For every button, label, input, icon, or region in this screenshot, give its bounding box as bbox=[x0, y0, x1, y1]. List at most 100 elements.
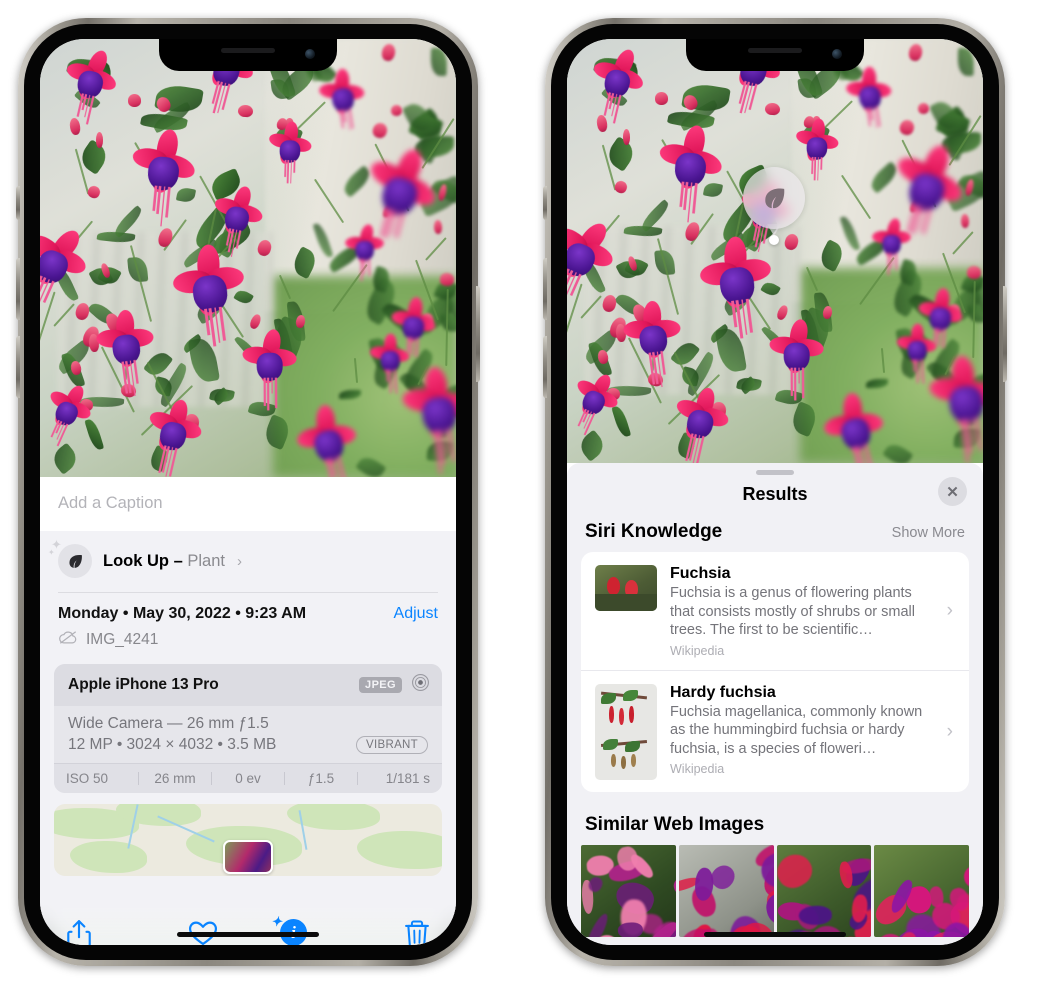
similar-web-image-1[interactable] bbox=[581, 844, 676, 937]
exif-stats-row: ISO 50 26 mm 0 ev ƒ1.5 1/181 s bbox=[54, 763, 442, 793]
thumbnail-blossom bbox=[672, 877, 676, 896]
similar-web-images-header: Similar Web Images bbox=[567, 792, 983, 845]
lens-info: Wide Camera — 26 mm ƒ1.5 bbox=[68, 715, 269, 732]
look-up-label: Look Up – Plant bbox=[103, 552, 225, 571]
volume-up-button[interactable] bbox=[543, 258, 547, 320]
camera-model: Apple iPhone 13 Pro bbox=[68, 676, 219, 693]
entry-thumbnail bbox=[595, 565, 657, 611]
file-name: IMG_4241 bbox=[86, 631, 159, 648]
section-title-similar-web-images: Similar Web Images bbox=[585, 813, 765, 835]
chevron-right-icon: › bbox=[236, 552, 242, 570]
results-header: Results ✕ bbox=[567, 475, 983, 521]
similar-web-image-2[interactable] bbox=[678, 844, 774, 937]
similar-images-strip[interactable] bbox=[567, 844, 983, 937]
image-size-info: 12 MP • 3024 × 4032 • 3.5 MB bbox=[68, 736, 277, 753]
home-indicator[interactable] bbox=[177, 932, 319, 937]
thumbnail-blossom bbox=[776, 848, 818, 895]
look-up-text: Look Up bbox=[103, 551, 169, 570]
plant-stem bbox=[40, 291, 56, 365]
earpiece-speaker bbox=[748, 48, 802, 53]
phone-right: Results ✕ Siri Knowledge Show More Fuchs… bbox=[543, 18, 1007, 966]
mute-switch[interactable] bbox=[543, 186, 547, 220]
front-camera bbox=[305, 49, 315, 59]
entry-source: Wikipedia bbox=[670, 643, 725, 658]
look-up-subject: Plant bbox=[187, 551, 225, 570]
photo-viewer[interactable] bbox=[567, 39, 983, 463]
foliage-leaf bbox=[574, 429, 608, 463]
entry-title: Hardy fuchsia bbox=[670, 683, 776, 701]
photo-date: Monday • May 30, 2022 • 9:23 AM bbox=[58, 605, 307, 622]
home-indicator[interactable] bbox=[704, 932, 846, 937]
thumbnail-blossom bbox=[961, 863, 969, 890]
cloud-slash-icon bbox=[58, 630, 78, 650]
caption-input[interactable]: Add a Caption bbox=[40, 477, 456, 531]
photo-info-sheet: Add a Caption ✦ ✦ Look Up – Plant › Mond… bbox=[40, 477, 456, 945]
front-camera bbox=[832, 49, 842, 59]
knowledge-entry-fuchsia[interactable]: Fuchsia Fuchsia is a genus of flowering … bbox=[581, 552, 969, 670]
foliage-leaf bbox=[47, 442, 81, 476]
photo-viewer[interactable] bbox=[40, 39, 456, 477]
notch bbox=[159, 39, 337, 71]
siri-knowledge-header: Siri Knowledge Show More bbox=[567, 521, 983, 552]
power-button[interactable] bbox=[476, 286, 480, 382]
format-badge: JPEG bbox=[359, 677, 402, 693]
adjust-button[interactable]: Adjust bbox=[394, 605, 438, 623]
close-icon[interactable]: ✕ bbox=[938, 477, 967, 506]
sparkle-icon: ✦ bbox=[271, 914, 282, 929]
entry-thumbnail bbox=[595, 683, 657, 780]
flower-bud bbox=[96, 131, 104, 148]
foliage-leaf bbox=[83, 417, 105, 452]
exif-header: Apple iPhone 13 Pro JPEG bbox=[54, 664, 442, 706]
photographic-style-badge: VIBRANT bbox=[356, 736, 428, 754]
flower-bud bbox=[623, 128, 631, 145]
sparkle-icon-small: ✦ bbox=[48, 548, 55, 557]
exif-stat-shutter: 1/181 s bbox=[385, 771, 430, 786]
share-button[interactable] bbox=[66, 919, 157, 945]
volume-down-button[interactable] bbox=[16, 336, 20, 398]
knowledge-entry-hardy-fuchsia[interactable]: Hardy fuchsia Fuchsia magellanica, commo… bbox=[581, 669, 969, 792]
earpiece-speaker bbox=[221, 48, 275, 53]
photo-location-pin bbox=[223, 840, 273, 874]
power-button[interactable] bbox=[1003, 286, 1007, 382]
flower-bud bbox=[127, 93, 141, 107]
location-map-thumbnail[interactable] bbox=[54, 804, 442, 876]
flower-bud bbox=[68, 117, 81, 135]
screen-right: Results ✕ Siri Knowledge Show More Fuchs… bbox=[567, 39, 983, 945]
exif-card[interactable]: Apple iPhone 13 Pro JPEG Wide Camera — 2… bbox=[54, 664, 442, 793]
entry-description: Fuchsia magellanica, commonly known as t… bbox=[670, 703, 923, 757]
look-up-row[interactable]: ✦ ✦ Look Up – Plant › bbox=[40, 531, 456, 592]
notch bbox=[686, 39, 864, 71]
thumbnail-blossom bbox=[583, 911, 611, 937]
entry-title: Fuchsia bbox=[670, 565, 731, 582]
flower-bud bbox=[764, 102, 781, 116]
foliage-leaf bbox=[703, 181, 724, 199]
flower-bud bbox=[612, 179, 629, 195]
volume-up-button[interactable] bbox=[16, 258, 20, 320]
volume-down-button[interactable] bbox=[543, 336, 547, 398]
flower-bud bbox=[595, 114, 608, 133]
aperture-icon bbox=[411, 673, 430, 697]
show-more-button[interactable]: Show More bbox=[892, 525, 965, 541]
phone-left: Add a Caption ✦ ✦ Look Up – Plant › Mond… bbox=[16, 18, 480, 966]
photo-toolbar: ✦ i bbox=[40, 905, 456, 945]
entry-body: Hardy fuchsia Fuchsia magellanica, commo… bbox=[670, 684, 934, 777]
delete-button[interactable] bbox=[339, 919, 430, 945]
entry-description: Fuchsia is a genus of flowering plants t… bbox=[670, 585, 915, 639]
flower-bud bbox=[654, 91, 668, 105]
exif-stat-aperture: ƒ1.5 bbox=[307, 771, 335, 786]
mute-switch[interactable] bbox=[16, 186, 20, 220]
visual-look-up-badge[interactable] bbox=[743, 167, 805, 229]
flower-bud bbox=[237, 104, 254, 118]
thumbnail-blossom bbox=[763, 891, 774, 928]
date-block: Monday • May 30, 2022 • 9:23 AM Adjust I… bbox=[40, 593, 456, 660]
similar-web-image-3[interactable] bbox=[776, 844, 872, 937]
siri-knowledge-card: Fuchsia Fuchsia is a genus of flowering … bbox=[581, 552, 969, 792]
screenshot-stage: Add a Caption ✦ ✦ Look Up – Plant › Mond… bbox=[0, 0, 1055, 985]
look-up-separator: – bbox=[169, 551, 188, 570]
exif-stat-iso: ISO 50 bbox=[66, 771, 109, 786]
chevron-right-icon: › bbox=[946, 600, 953, 622]
foliage-leaf bbox=[176, 186, 197, 204]
similar-web-image-4[interactable] bbox=[874, 844, 969, 937]
leaf-icon: ✦ ✦ bbox=[48, 538, 92, 578]
entry-source: Wikipedia bbox=[670, 762, 725, 777]
